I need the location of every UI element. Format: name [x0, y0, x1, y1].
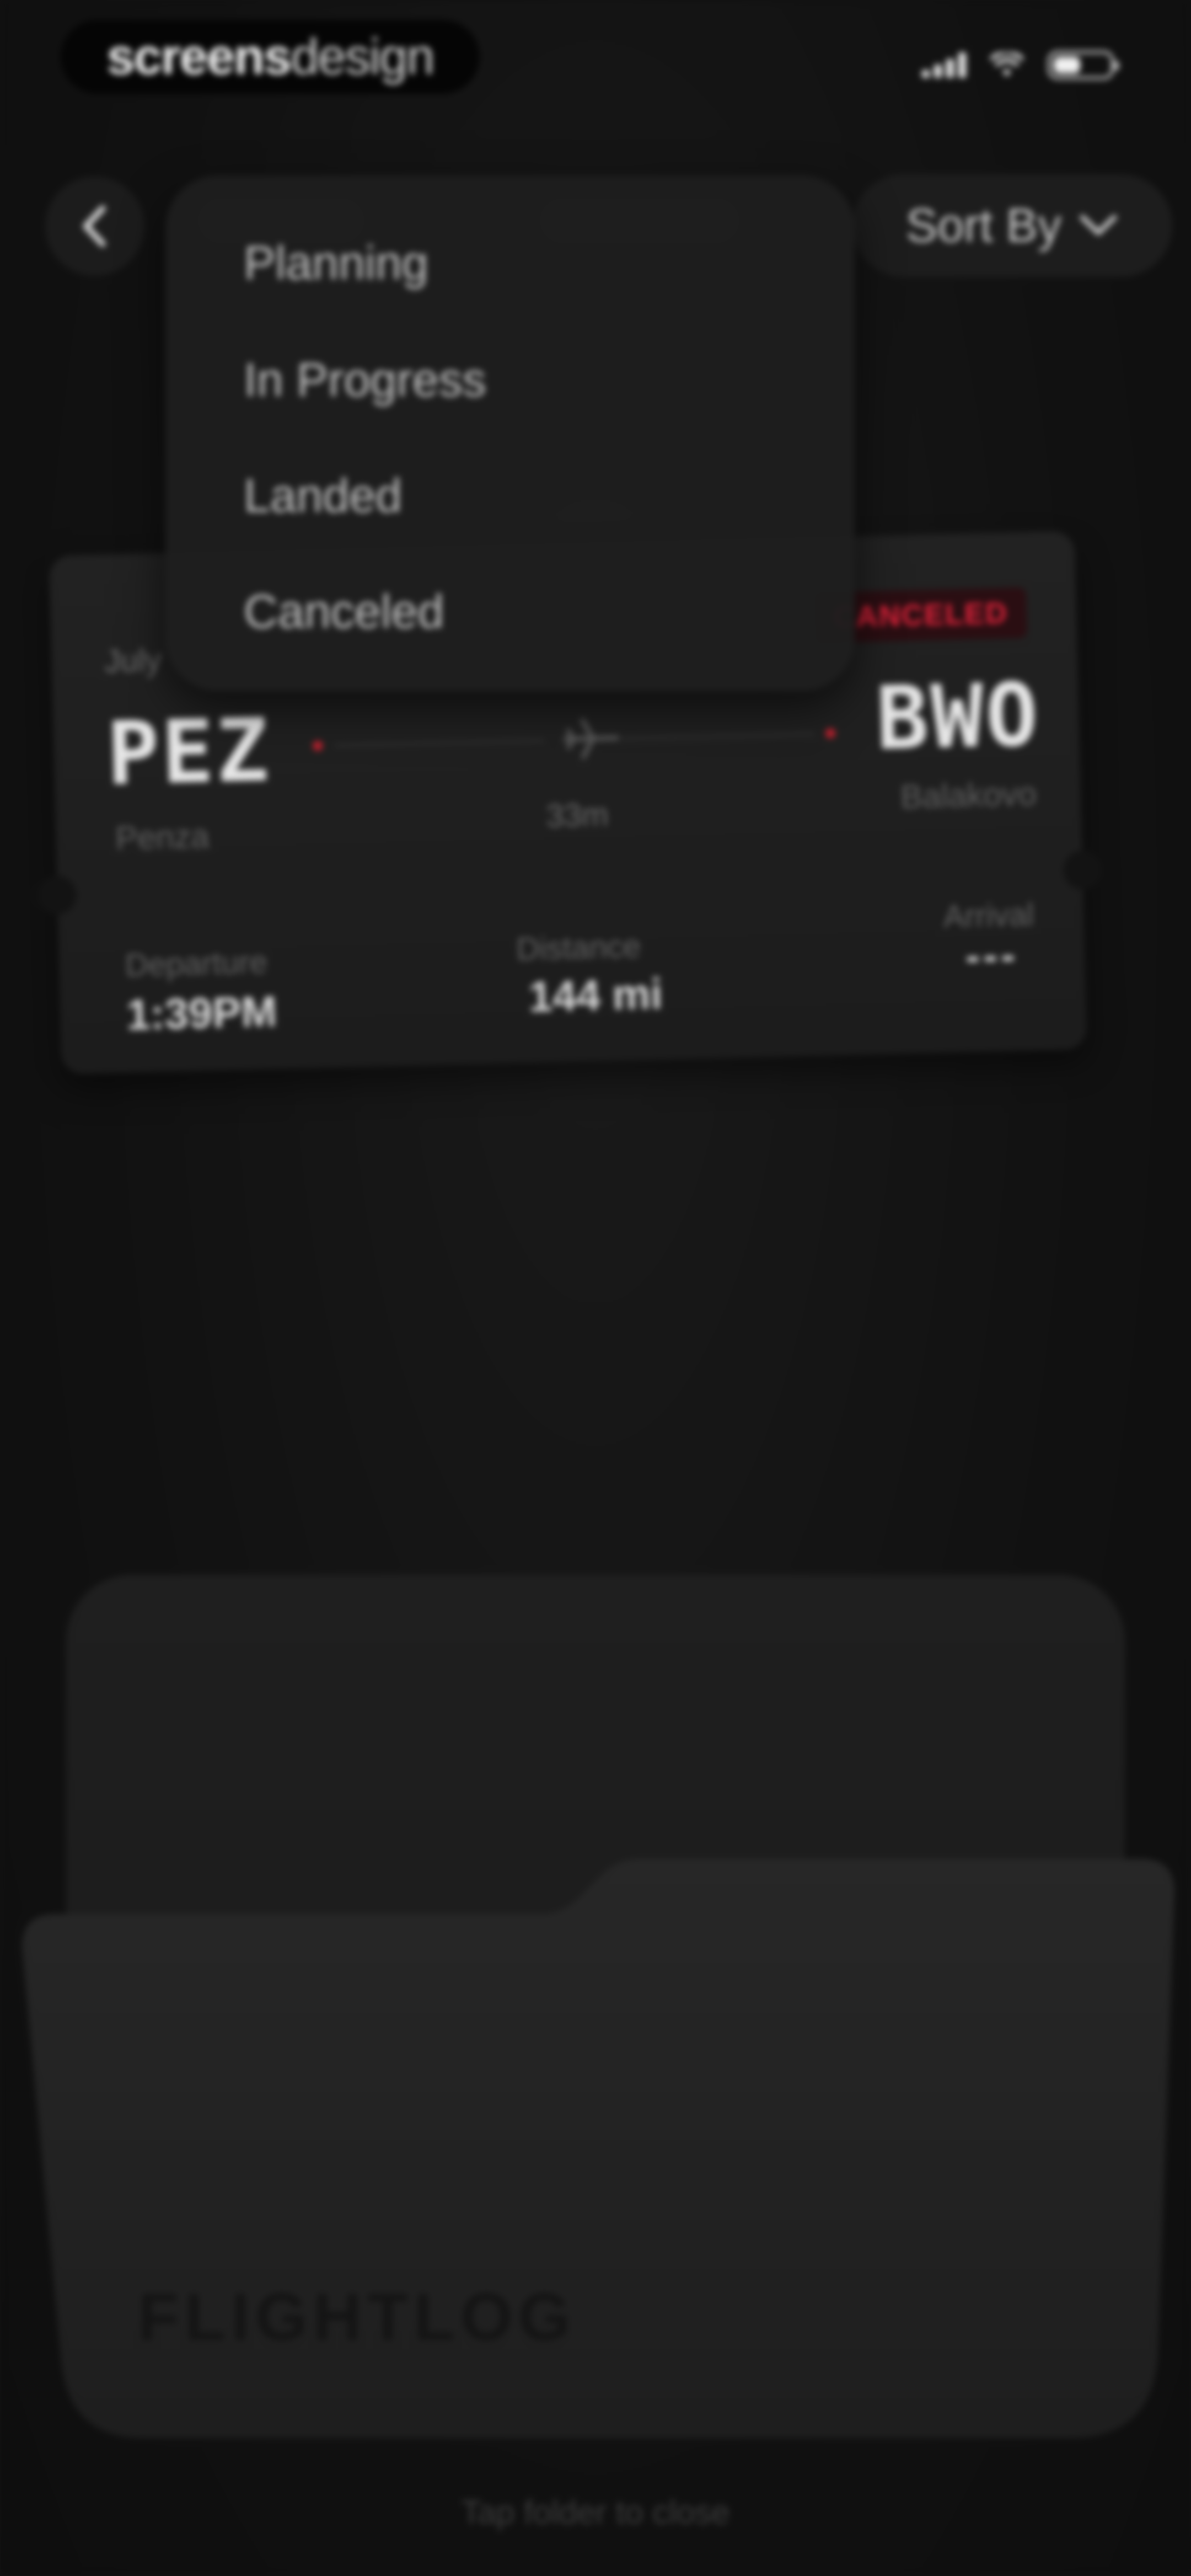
destination-code: BWO	[875, 664, 1042, 770]
departure-time: 1:39PM	[126, 987, 278, 1039]
battery-icon	[1048, 51, 1119, 79]
menu-item-planning[interactable]: Planning	[244, 236, 428, 291]
destination-city: Balakovo	[900, 775, 1037, 816]
origin-code: PEZ	[105, 699, 272, 805]
folder-label: FLIGHTLOG	[138, 2279, 576, 2354]
flight-month: July	[104, 642, 162, 680]
origin-city: Penza	[115, 817, 210, 857]
arrival-time: ---	[964, 930, 1020, 980]
signal-icon	[922, 52, 966, 78]
menu-item-canceled[interactable]: Canceled	[244, 585, 444, 639]
arrival-label: Arrival	[943, 896, 1035, 935]
distance-label: Distance	[516, 928, 641, 968]
status-icons	[922, 51, 1119, 79]
menu-item-in-progress[interactable]: In Progress	[244, 353, 486, 408]
chevron-down-icon	[1080, 215, 1117, 236]
folder-hint: Tap folder to close	[461, 2494, 730, 2531]
brand-logo-light: design	[291, 28, 434, 85]
sort-by-button[interactable]: Sort By	[852, 174, 1172, 277]
status-badge-label: CANCELED	[833, 596, 1008, 634]
ticket-notch-left	[37, 875, 77, 915]
sort-dropdown-menu: Planning In Progress Landed Canceled	[165, 175, 855, 691]
brand-logo: screens design	[61, 20, 480, 94]
brand-logo-strong: screens	[106, 28, 292, 85]
back-button[interactable]	[45, 177, 144, 276]
menu-item-landed[interactable]: Landed	[244, 469, 402, 523]
app-screen: screens design Sort By July CANCELED PEZ…	[0, 0, 1191, 2576]
sort-by-label: Sort By	[906, 199, 1061, 252]
departure-label: Departure	[125, 944, 268, 984]
wifi-icon	[990, 52, 1023, 77]
chevron-left-icon	[83, 205, 106, 247]
flight-duration: 33m	[545, 797, 609, 834]
distance-value: 144 mi	[528, 969, 663, 1021]
ticket-notch-right	[1063, 850, 1103, 890]
airplane-icon	[563, 718, 620, 760]
